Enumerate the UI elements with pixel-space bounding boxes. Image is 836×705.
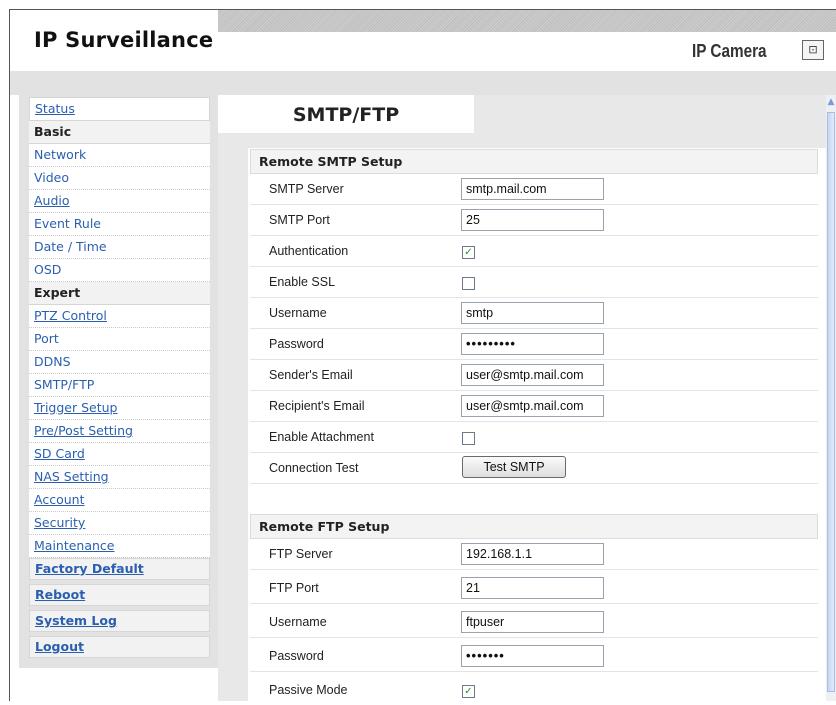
form-row-ftp-server: FTP Server 192.168.1.1 [250,539,818,570]
ftp-username-input[interactable]: ftpuser [461,611,604,633]
enable-ssl-checkbox[interactable] [462,277,475,290]
sidebar-item-osd[interactable]: OSD [29,259,210,282]
field-label: Enable Attachment [269,430,374,444]
form-row-sender-email: Sender's Email user@smtp.mail.com [250,360,818,391]
test-smtp-button[interactable]: Test SMTP [462,456,566,478]
field-label: FTP Port [269,581,319,595]
ftp-password-input[interactable]: ••••••• [461,645,604,667]
form-row-smtp-username: Username smtp [250,298,818,329]
field-label: Authentication [269,244,349,258]
sidebar-item-account[interactable]: Account [29,489,210,512]
sender-email-input[interactable]: user@smtp.mail.com [461,364,604,386]
sidebar-item-ddns[interactable]: DDNS [29,351,210,374]
sidebar-item-date-time[interactable]: Date / Time [29,236,210,259]
form-row-passive-mode: Passive Mode ✓ [250,675,818,701]
form-row-smtp-port: SMTP Port 25 [250,205,818,236]
header-hatch-band [218,10,836,32]
form-row-ftp-username: Username ftpuser [250,607,818,638]
sidebar-item-reboot[interactable]: Reboot [29,584,210,606]
sidebar-item-event-rule[interactable]: Event Rule [29,213,210,236]
sidebar-item-trigger-setup[interactable]: Trigger Setup [29,397,210,420]
sidebar-nav: Status Basic Network Video Audio Event R… [29,97,210,662]
brand-title: IP Surveillance [34,28,214,52]
field-label: Username [269,615,327,629]
ftp-port-input[interactable]: 21 [461,577,604,599]
smtp-server-input[interactable]: smtp.mail.com [461,178,604,200]
sidebar-item-port[interactable]: Port [29,328,210,351]
sidebar-item-ptz-control[interactable]: PTZ Control [29,305,210,328]
form-row-ftp-port: FTP Port 21 [250,573,818,604]
field-label: Recipient's Email [269,399,365,413]
sidebar-item-audio[interactable]: Audio [29,190,210,213]
form-row-smtp-server: SMTP Server smtp.mail.com [250,174,818,205]
field-label: Username [269,306,327,320]
section-heading-ftp: Remote FTP Setup [250,514,818,539]
smtp-username-input[interactable]: smtp [461,302,604,324]
sidebar-item-logout[interactable]: Logout [29,636,210,658]
sidebar-item-nas-setting[interactable]: NAS Setting [29,466,210,489]
form-row-smtp-password: Password ••••••••• [250,329,818,360]
form-row-recipient-email: Recipient's Email user@smtp.mail.com [250,391,818,422]
field-label: Sender's Email [269,368,353,382]
section-heading-smtp: Remote SMTP Setup [250,149,818,174]
sidebar-item-smtp-ftp[interactable]: SMTP/FTP [29,374,210,397]
field-label: SMTP Port [269,213,330,227]
form-row-ftp-password: Password ••••••• [250,641,818,672]
field-label: Password [269,337,324,351]
tab-smtp-ftp[interactable]: SMTP/FTP [218,95,474,133]
form-row-enable-ssl: Enable SSL [250,267,818,298]
smtp-password-input[interactable]: ••••••••• [461,333,604,355]
recipient-email-input[interactable]: user@smtp.mail.com [461,395,604,417]
sidebar-item-video[interactable]: Video [29,167,210,190]
sidebar-header-expert: Expert [29,282,210,305]
header-divider-band [10,71,836,95]
authentication-checkbox[interactable]: ✓ [462,246,475,259]
product-name: IP Camera [692,41,767,61]
sidebar-item-maintenance[interactable]: Maintenance [29,535,210,558]
form-row-connection-test: Connection Test Test SMTP [250,453,818,484]
form-row-authentication: Authentication ✓ [250,236,818,267]
sidebar-item-status[interactable]: Status [29,97,210,121]
sidebar-item-pre-post-setting[interactable]: Pre/Post Setting [29,420,210,443]
sidebar-item-network[interactable]: Network [29,144,210,167]
field-label: Enable SSL [269,275,336,289]
form-row-enable-attachment: Enable Attachment [250,422,818,453]
sidebar-header-basic: Basic [29,121,210,144]
enable-attachment-checkbox[interactable] [462,432,475,445]
field-label: SMTP Server [269,182,344,196]
field-label: FTP Server [269,547,333,561]
camera-icon[interactable]: ⊡ [802,40,824,60]
sidebar-item-security[interactable]: Security [29,512,210,535]
sidebar-item-sd-card[interactable]: SD Card [29,443,210,466]
sidebar-item-factory-default[interactable]: Factory Default [29,558,210,580]
ftp-server-input[interactable]: 192.168.1.1 [461,543,604,565]
smtp-port-input[interactable]: 25 [461,209,604,231]
field-label: Connection Test [269,461,359,475]
field-label: Password [269,649,324,663]
scrollbar-thumb[interactable] [827,112,835,692]
sidebar-item-system-log[interactable]: System Log [29,610,210,632]
scroll-up-arrow-icon[interactable]: ▲ [826,95,836,109]
passive-mode-checkbox[interactable]: ✓ [462,685,475,698]
